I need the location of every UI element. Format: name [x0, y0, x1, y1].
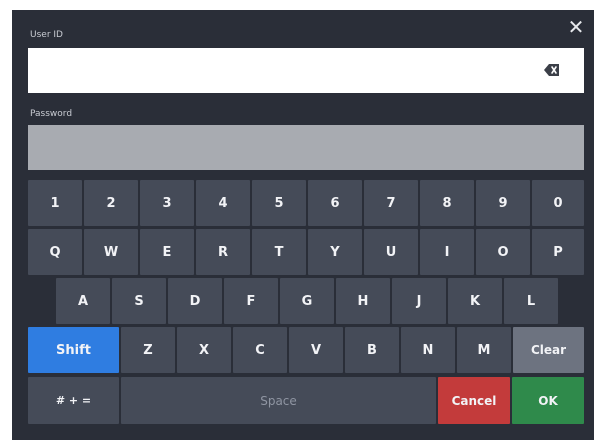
key-g[interactable]: G: [280, 278, 334, 324]
space-key[interactable]: Space: [121, 377, 436, 424]
userid-label: User ID: [30, 30, 63, 40]
key-y[interactable]: Y: [308, 229, 362, 275]
key-h[interactable]: H: [336, 278, 390, 324]
key-o[interactable]: O: [476, 229, 530, 275]
password-label: Password: [30, 109, 73, 119]
key-t[interactable]: T: [252, 229, 306, 275]
key-n[interactable]: N: [401, 327, 455, 373]
key-e[interactable]: E: [140, 229, 194, 275]
key-i[interactable]: I: [420, 229, 474, 275]
key-2[interactable]: 2: [84, 180, 138, 226]
key-8[interactable]: 8: [420, 180, 474, 226]
key-s[interactable]: S: [112, 278, 166, 324]
key-3[interactable]: 3: [140, 180, 194, 226]
key-k[interactable]: K: [448, 278, 502, 324]
key-p[interactable]: P: [532, 229, 584, 275]
key-5[interactable]: 5: [252, 180, 306, 226]
close-icon[interactable]: ✕: [563, 14, 589, 40]
key-r[interactable]: R: [196, 229, 250, 275]
password-field[interactable]: [28, 125, 584, 170]
shift-key[interactable]: Shift: [28, 327, 119, 373]
key-w[interactable]: W: [84, 229, 138, 275]
key-q[interactable]: Q: [28, 229, 82, 275]
key-6[interactable]: 6: [308, 180, 362, 226]
key-c[interactable]: C: [233, 327, 287, 373]
key-1[interactable]: 1: [28, 180, 82, 226]
key-x[interactable]: X: [177, 327, 231, 373]
key-7[interactable]: 7: [364, 180, 418, 226]
key-4[interactable]: 4: [196, 180, 250, 226]
backspace-icon[interactable]: [544, 63, 560, 77]
symbols-key[interactable]: # + =: [28, 377, 119, 424]
key-a[interactable]: A: [56, 278, 110, 324]
key-0[interactable]: 0: [532, 180, 584, 226]
key-f[interactable]: F: [224, 278, 278, 324]
key-l[interactable]: L: [504, 278, 558, 324]
key-m[interactable]: M: [457, 327, 511, 373]
key-9[interactable]: 9: [476, 180, 530, 226]
userid-field[interactable]: [28, 48, 584, 93]
key-v[interactable]: V: [289, 327, 343, 373]
key-j[interactable]: J: [392, 278, 446, 324]
key-b[interactable]: B: [345, 327, 399, 373]
ok-button[interactable]: OK: [512, 377, 584, 424]
cancel-button[interactable]: Cancel: [438, 377, 510, 424]
clear-button[interactable]: Clear: [513, 327, 584, 373]
key-u[interactable]: U: [364, 229, 418, 275]
key-d[interactable]: D: [168, 278, 222, 324]
key-z[interactable]: Z: [121, 327, 175, 373]
